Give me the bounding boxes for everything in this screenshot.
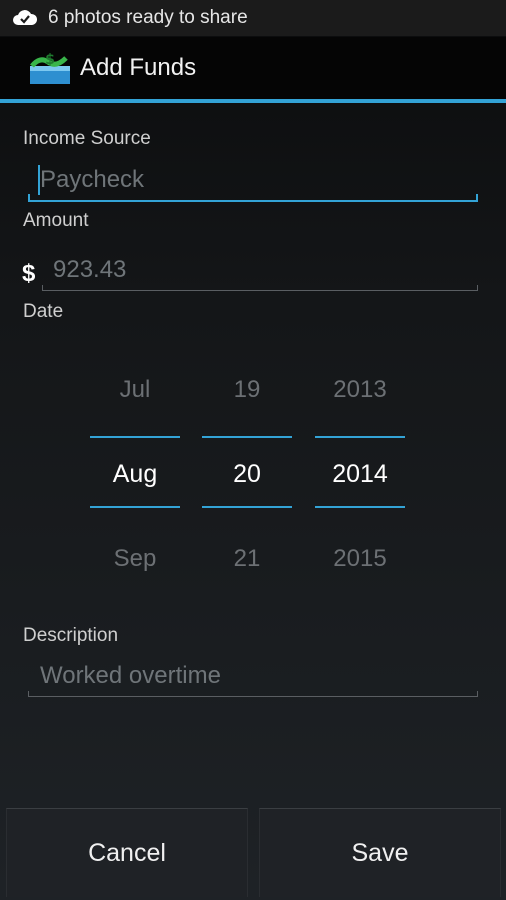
year-divider-top (315, 436, 405, 438)
day-next[interactable]: 21 (202, 545, 292, 573)
cancel-button[interactable]: Cancel (6, 808, 248, 897)
action-bar: $ Add Funds (0, 37, 506, 99)
notification-text: 6 photos ready to share (48, 7, 248, 28)
page-title: Add Funds (80, 54, 197, 81)
month-prev[interactable]: Jul (90, 376, 180, 404)
income-source-placeholder: Paycheck (40, 166, 145, 193)
year-selected[interactable]: 2014 (315, 460, 405, 489)
month-next[interactable]: Sep (90, 545, 180, 573)
button-bar: Cancel Save (0, 806, 506, 900)
amount-placeholder: 923.43 (53, 256, 127, 283)
income-source-input[interactable]: Paycheck (28, 160, 478, 202)
status-bar: 6 photos ready to share (0, 0, 506, 36)
description-input[interactable]: Worked overtime (28, 656, 478, 697)
year-next[interactable]: 2015 (315, 545, 405, 573)
description-placeholder: Worked overtime (40, 662, 221, 689)
money-stack-icon[interactable]: $ (28, 48, 72, 88)
date-label: Date (23, 301, 64, 322)
action-bar-divider (0, 99, 506, 103)
month-selected[interactable]: Aug (90, 460, 180, 489)
day-divider-bottom (202, 506, 292, 508)
month-divider-bottom (90, 506, 180, 508)
month-divider-top (90, 436, 180, 438)
svg-text:$: $ (45, 52, 55, 68)
day-prev[interactable]: 19 (202, 376, 292, 404)
currency-symbol: $ (22, 260, 36, 287)
year-prev[interactable]: 2013 (315, 376, 405, 404)
year-divider-bottom (315, 506, 405, 508)
cloud-check-icon (13, 10, 38, 25)
income-source-label: Income Source (23, 128, 151, 149)
amount-input[interactable]: 923.43 (42, 250, 478, 291)
description-label: Description (23, 625, 119, 646)
day-divider-top (202, 436, 292, 438)
amount-label: Amount (23, 210, 89, 231)
save-button[interactable]: Save (259, 808, 501, 897)
day-selected[interactable]: 20 (202, 460, 292, 489)
